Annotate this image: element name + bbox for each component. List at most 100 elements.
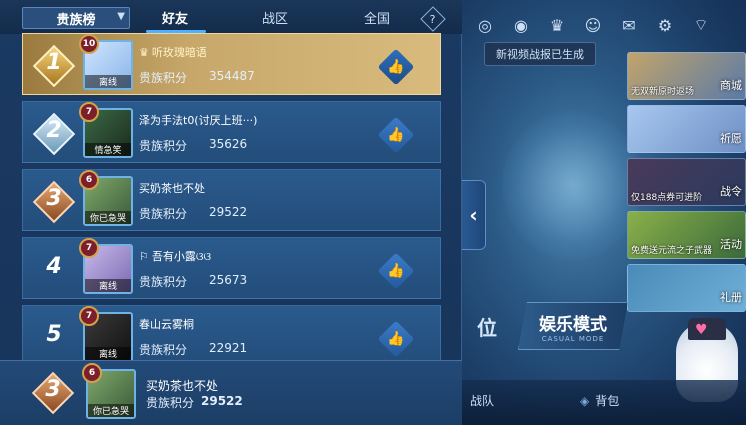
- background-art: [502, 110, 642, 260]
- player-name: 吾有小露ଓଓ: [151, 250, 212, 263]
- side-card-label: 祈愿: [720, 132, 742, 145]
- heart-icon: ♥: [695, 322, 708, 338]
- thumbs-up-icon: 👍: [387, 59, 405, 75]
- player-name-line: ♛ 听玫瑰暗语: [139, 44, 207, 60]
- noble-level-badge: 6: [79, 170, 99, 190]
- wifi-icon: ⌔: [693, 15, 709, 34]
- side-card-caption: 无双新原时返场: [631, 87, 695, 97]
- noble-level-badge: 10: [79, 34, 99, 54]
- score-label: 贵族积分: [139, 275, 188, 289]
- rank-badge-bronze: 3: [28, 369, 76, 415]
- rank-number: 1: [46, 50, 62, 75]
- avatar[interactable]: 7 离线: [79, 306, 133, 362]
- side-menu: 无双新原时返场 商城 祈愿 仅188点券可进阶 战令 免费送元流之子武器 活动 …: [627, 52, 746, 317]
- player-name: 买奶茶也不处: [139, 182, 205, 195]
- chevron-down-icon: ▼: [117, 11, 125, 22]
- collapse-panel-button[interactable]: ‹: [462, 180, 486, 250]
- like-button[interactable]: 👍: [377, 252, 415, 290]
- bag-icon: ◈: [580, 394, 590, 408]
- online-status: 离线: [85, 279, 131, 292]
- rank-badge-plain: 4: [29, 246, 77, 292]
- friends-icon[interactable]: ☺: [580, 12, 606, 38]
- avatar[interactable]: 6 你已急哭: [79, 170, 133, 226]
- side-card-label: 商城: [720, 79, 742, 92]
- noble-level-badge: 7: [79, 102, 99, 122]
- gear-icon[interactable]: ⚙: [652, 12, 678, 38]
- online-status: 离线: [85, 347, 131, 360]
- video-report-toast[interactable]: 新视频战报已生成: [484, 42, 596, 66]
- leaderboard-panel: 贵族榜 ▼ 好友 战区 全国 ? 1 10 离线 ♛ 听玫瑰暗语 贵族积分 354…: [0, 0, 462, 425]
- casual-mode-button[interactable]: 娱乐模式 CASUAL MODE: [518, 302, 628, 350]
- leaderboard-row[interactable]: 4 7 离线 ⚐ 吾有小露ଓଓ 贵族积分 25673 👍: [22, 237, 441, 299]
- player-name: 听玫瑰暗语: [151, 46, 207, 59]
- side-card-battlepass[interactable]: 仅188点券可进阶 战令: [627, 158, 746, 206]
- rank-number: 3: [46, 186, 62, 211]
- online-status: 离线: [85, 75, 131, 88]
- like-button[interactable]: 👍: [377, 48, 415, 86]
- score-label: 贵族积分: [139, 139, 188, 153]
- team-button[interactable]: 战队: [470, 392, 494, 409]
- online-status: 情急笑: [85, 143, 131, 156]
- dropdown-label: 贵族榜: [56, 12, 96, 28]
- leaderboard-row[interactable]: 5 7 离线 春山云雾桐 贵族积分 22921 👍: [22, 305, 441, 367]
- score-value: 35626: [209, 137, 248, 151]
- score-label: 贵族积分: [146, 396, 195, 410]
- avatar[interactable]: 10 离线: [79, 34, 133, 90]
- avatar[interactable]: 7 情急笑: [79, 102, 133, 158]
- rank-badge-bronze: 3: [29, 178, 77, 224]
- leaderboard-row[interactable]: 3 6 你已急哭 买奶茶也不处 贵族积分 29522: [22, 169, 441, 231]
- leaderboard-row[interactable]: 1 10 离线 ♛ 听玫瑰暗语 贵族积分 354487 👍: [22, 33, 441, 95]
- rank-number: 4: [46, 254, 62, 279]
- score-value: 25673: [209, 273, 248, 287]
- side-card-caption: 仅188点券可进阶: [631, 193, 703, 203]
- trophy-icon[interactable]: ♛: [544, 12, 570, 38]
- target-icon[interactable]: ◎: [472, 12, 498, 38]
- player-name-line: ⚐ 吾有小露ଓଓ: [139, 248, 211, 264]
- side-card-gift[interactable]: 礼册: [627, 264, 746, 312]
- tab-national[interactable]: 全国: [364, 8, 390, 27]
- chevron-left-icon: ‹: [469, 203, 478, 227]
- player-name: 泽为手法t0(讨厌上班···): [139, 114, 258, 127]
- flag-icon: ⚐: [139, 250, 149, 263]
- tab-bar: 贵族榜 ▼ 好友 战区 全国 ?: [0, 0, 462, 34]
- bag-label: 背包: [595, 394, 620, 408]
- player-name: 春山云雾桐: [139, 318, 194, 331]
- thumbs-up-icon: 👍: [387, 331, 405, 347]
- tab-region[interactable]: 战区: [262, 8, 288, 27]
- online-status: 你已急哭: [88, 404, 134, 417]
- rank-number: 3: [45, 377, 61, 402]
- top-icon-bar: ◎ ◉ ♛ ☺ ✉ ⚙ ⌔: [462, 8, 746, 42]
- casual-mode-title: 娱乐模式: [539, 314, 607, 335]
- crown-icon: ♛: [139, 46, 149, 59]
- leaderboard-type-dropdown[interactable]: 贵族榜 ▼: [22, 7, 130, 29]
- side-card-wish[interactable]: 祈愿: [627, 105, 746, 153]
- player-name: 买奶茶也不处: [146, 379, 219, 393]
- eye-icon[interactable]: ◉: [508, 12, 534, 38]
- noble-level-badge: 7: [79, 238, 99, 258]
- help-icon[interactable]: ?: [420, 6, 446, 32]
- like-button[interactable]: 👍: [377, 116, 415, 154]
- like-button[interactable]: 👍: [377, 320, 415, 358]
- avatar[interactable]: 7 离线: [79, 238, 133, 294]
- rank-badge-silver: 2: [29, 110, 77, 156]
- side-card-caption: 免费送元流之子武器: [631, 246, 713, 256]
- side-card-label: 礼册: [720, 291, 742, 304]
- score-value: 29522: [201, 394, 243, 408]
- ranked-mode-button[interactable]: 位: [462, 302, 512, 350]
- side-card-event[interactable]: 免费送元流之子武器 活动: [627, 211, 746, 259]
- side-card-shop[interactable]: 无双新原时返场 商城: [627, 52, 746, 100]
- bag-button[interactable]: ◈ 背包: [580, 392, 619, 409]
- leaderboard-row[interactable]: 2 7 情急笑 泽为手法t0(讨厌上班···) 贵族积分 35626 👍: [22, 101, 441, 163]
- my-rank-bar: 3 6 你已急哭 买奶茶也不处 贵族积分 29522: [0, 360, 462, 425]
- rank-number: 5: [46, 322, 62, 347]
- rank-badge-plain: 5: [29, 314, 77, 360]
- avatar[interactable]: 6 你已急哭: [82, 363, 136, 419]
- side-card-label: 活动: [720, 238, 742, 251]
- online-status: 你已急哭: [85, 211, 131, 224]
- noble-level-badge: 7: [79, 306, 99, 326]
- tab-friends[interactable]: 好友: [162, 8, 188, 27]
- score-label: 贵族积分: [139, 343, 188, 357]
- score-label: 贵族积分: [139, 71, 188, 85]
- noble-level-badge: 6: [82, 363, 102, 383]
- mail-icon[interactable]: ✉: [616, 12, 642, 38]
